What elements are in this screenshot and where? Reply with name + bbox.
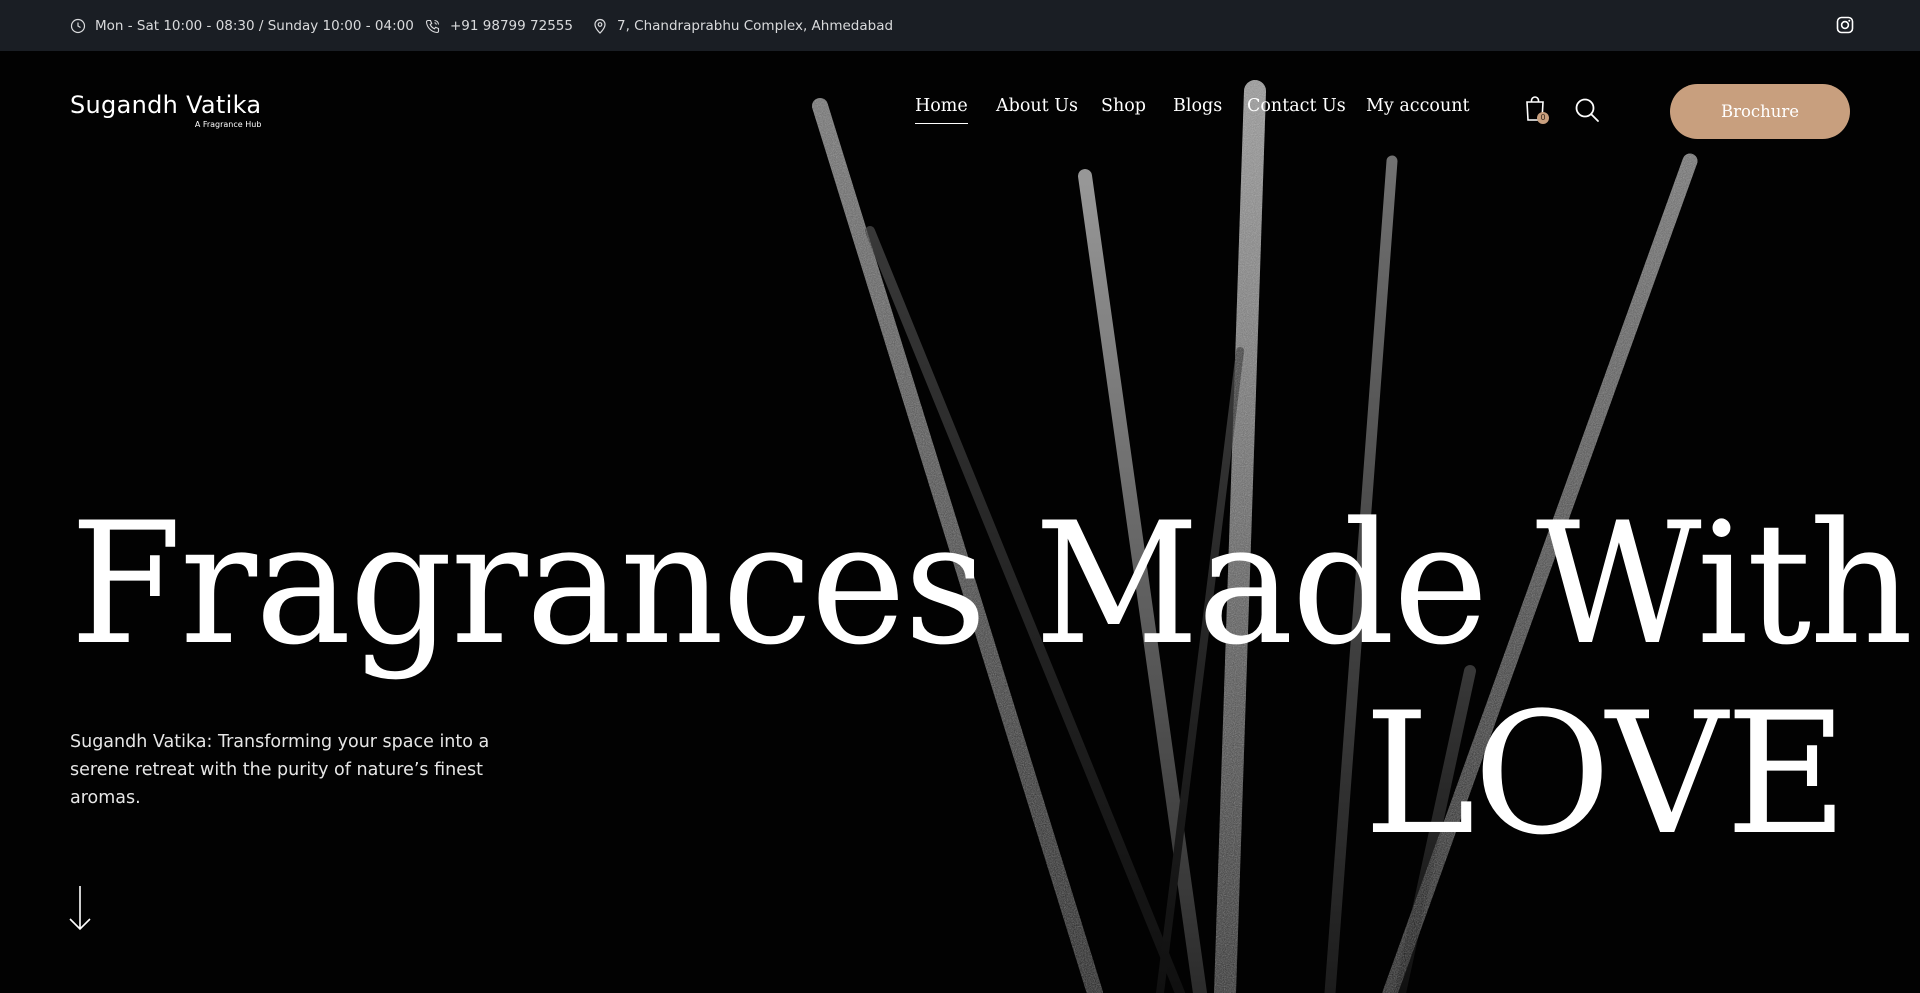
address-text[interactable]: 7, Chandraprabhu Complex, Ahmedabad	[617, 18, 893, 34]
arrow-down-icon	[69, 886, 91, 931]
brochure-button[interactable]: Brochure	[1670, 84, 1850, 139]
clock-icon	[70, 18, 86, 33]
site-header: Sugandh Vatika A Fragrance Hub Home Abou…	[0, 51, 1920, 171]
brand-logo[interactable]: Sugandh Vatika A Fragrance Hub	[70, 91, 262, 129]
top-info-bar: Mon - Sat 10:00 - 08:30 / Sunday 10:00 -…	[0, 0, 1920, 51]
cart-count-badge: 0	[1537, 112, 1549, 124]
phone-number[interactable]: +91 98799 72555	[450, 18, 573, 34]
nav-item-contact-us[interactable]: Contact Us	[1247, 96, 1346, 116]
nav-item-about-us[interactable]: About Us	[996, 96, 1078, 116]
search-icon	[1575, 98, 1599, 122]
nav-item-my-account[interactable]: My account	[1366, 96, 1470, 116]
hero-intro-text: Sugandh Vatika: Transforming your space …	[70, 732, 490, 808]
instagram-icon	[1836, 16, 1854, 34]
phone-icon	[425, 19, 440, 33]
opening-hours: Mon - Sat 10:00 - 08:30 / Sunday 10:00 -…	[70, 0, 414, 51]
brand-tagline: A Fragrance Hub	[194, 120, 262, 129]
nav-item-shop[interactable]: Shop	[1101, 96, 1146, 116]
brand-name: Sugandh Vatika	[70, 91, 262, 119]
map-pin-icon	[594, 18, 606, 34]
nav-item-blogs[interactable]: Blogs	[1173, 96, 1222, 116]
scroll-down-button[interactable]	[68, 884, 92, 937]
opening-hours-text: Mon - Sat 10:00 - 08:30 / Sunday 10:00 -…	[95, 17, 414, 34]
phone-contact[interactable]: +91 98799 72555	[425, 0, 573, 51]
instagram-link[interactable]	[1836, 16, 1854, 38]
hero-background-image	[0, 51, 1920, 993]
nav-item-home[interactable]: Home	[915, 96, 968, 124]
search-button[interactable]	[1574, 97, 1600, 128]
store-address[interactable]: 7, Chandraprabhu Complex, Ahmedabad	[592, 0, 893, 51]
